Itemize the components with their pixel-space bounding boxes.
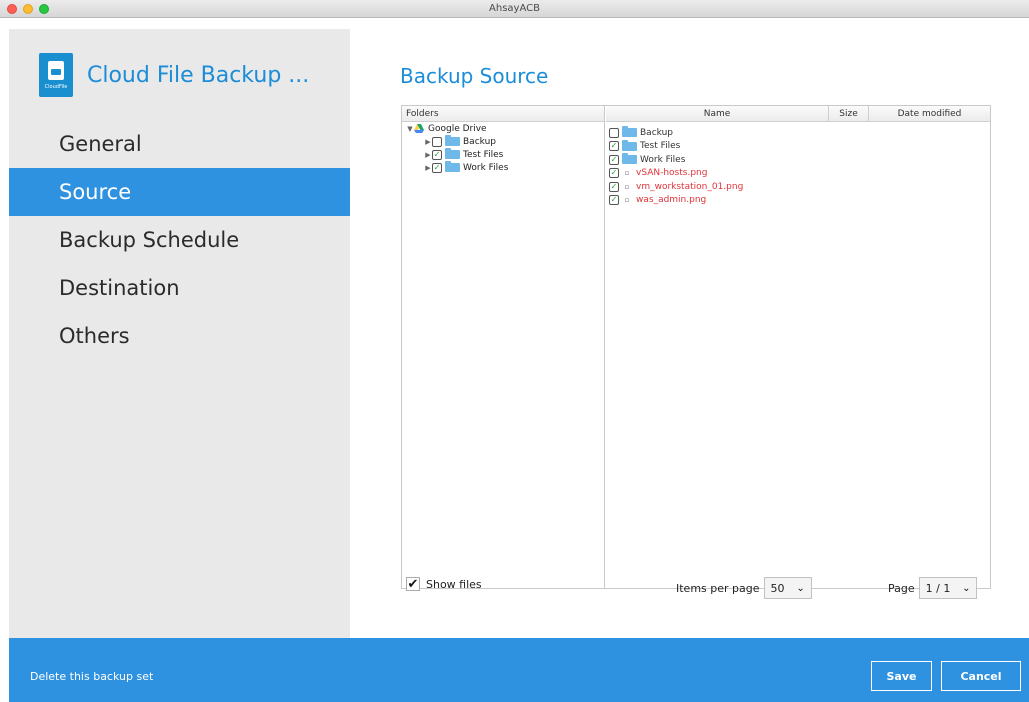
folders-pane: Folders ▼ Google Drive ▶ Backup ▶ ✓ Test… (402, 106, 605, 588)
items-per-page-label: Items per page (676, 581, 760, 595)
sidebar-nav: General Source Backup Schedule Destinati… (9, 120, 350, 360)
window-title: AhsayACB (489, 3, 540, 14)
list-item[interactable]: ▫ vSAN-hosts.png (606, 167, 990, 181)
folders-header: Folders (402, 106, 604, 122)
window-controls (7, 4, 49, 14)
page-control: Page 1 / 1 ⌄ (888, 577, 978, 599)
expand-arrow-icon[interactable]: ▶ (424, 164, 432, 172)
sidebar-item-source[interactable]: Source (9, 168, 350, 216)
item-checkbox[interactable] (609, 181, 619, 192)
folder-icon (622, 126, 637, 138)
show-files-label: Show files (426, 577, 482, 591)
window-titlebar: AhsayACB (0, 0, 1029, 18)
folder-icon (622, 139, 637, 151)
tree-row-backup[interactable]: ▶ Backup (402, 135, 604, 148)
column-header-size[interactable]: Size (829, 106, 869, 121)
item-label: was_admin.png (636, 195, 707, 206)
tree-label-backup: Backup (463, 136, 496, 147)
close-window-button[interactable] (7, 4, 17, 14)
items-per-page-select[interactable]: 50 ⌄ (763, 577, 812, 599)
list-controls: ✔ Show files Items per page 50 ⌄ Page 1 … (401, 570, 991, 600)
footer-bar: Delete this backup set Save Cancel (9, 638, 1029, 702)
list-item[interactable]: Backup (606, 126, 990, 140)
item-checkbox[interactable] (609, 168, 619, 179)
sidebar: CloudFile Cloud File Backup ... General … (9, 29, 350, 638)
list-item[interactable]: ▫ vm_workstation_01.png (606, 180, 990, 194)
sidebar-item-destination[interactable]: Destination (9, 264, 350, 312)
column-header-name[interactable]: Name (606, 106, 829, 121)
show-files-checkbox[interactable]: ✔ (406, 577, 420, 592)
tree-row-test-files[interactable]: ▶ Test Files (402, 148, 604, 161)
files-header: Name Size Date modified (606, 106, 990, 122)
sidebar-item-others[interactable]: Others (9, 312, 350, 360)
save-button[interactable]: Save (871, 661, 932, 691)
tree-label-work-files: Work Files (463, 162, 509, 173)
expand-arrow-icon[interactable]: ▶ (424, 138, 432, 146)
delete-backup-set-link[interactable]: Delete this backup set (30, 670, 153, 683)
item-label: vm_workstation_01.png (636, 181, 744, 192)
tree-label-test-files: Test Files (463, 149, 504, 160)
item-label: Test Files (640, 141, 681, 152)
tree-checkbox-work-files[interactable] (432, 162, 442, 173)
item-checkbox[interactable] (609, 127, 619, 138)
folder-icon (445, 135, 460, 146)
page-value: 1 / 1 (925, 581, 951, 595)
tree-checkbox-test-files[interactable] (432, 149, 442, 160)
folder-icon (445, 148, 460, 159)
tree-checkbox-backup[interactable] (432, 136, 442, 147)
google-drive-icon (414, 124, 424, 133)
maximize-window-button[interactable] (39, 4, 49, 14)
expand-arrow-icon[interactable]: ▶ (424, 151, 432, 159)
item-label: Backup (640, 127, 673, 138)
image-file-icon: ▫ (624, 196, 630, 205)
app-header: CloudFile Cloud File Backup ... (39, 53, 309, 97)
expand-arrow-icon[interactable]: ▼ (406, 125, 414, 133)
show-files-toggle[interactable]: ✔ Show files (406, 577, 482, 592)
item-checkbox[interactable] (609, 141, 619, 152)
list-item[interactable]: Test Files (606, 139, 990, 154)
backup-set-title: Cloud File Backup ... (87, 62, 310, 88)
item-label: vSAN-hosts.png (636, 168, 708, 179)
page-label: Page (888, 581, 915, 595)
list-item[interactable]: ▫ was_admin.png (606, 194, 990, 208)
folder-icon (445, 161, 460, 172)
image-file-icon: ▫ (624, 182, 630, 191)
items-per-page-control: Items per page 50 ⌄ (676, 577, 812, 599)
main-panel: Backup Source Folders ▼ Google Drive ▶ B… (350, 29, 1029, 638)
folder-icon (622, 153, 637, 165)
tree-row-work-files[interactable]: ▶ Work Files (402, 161, 604, 174)
image-file-icon: ▫ (624, 169, 630, 178)
tree-label-google-drive: Google Drive (428, 123, 487, 134)
page-title: Backup Source (400, 64, 549, 88)
cancel-button[interactable]: Cancel (941, 661, 1021, 691)
tree-row-google-drive[interactable]: ▼ Google Drive (402, 122, 604, 135)
column-header-date-modified[interactable]: Date modified (869, 106, 990, 121)
page-select[interactable]: 1 / 1 ⌄ (918, 577, 978, 599)
files-pane: Name Size Date modified Backup Test File… (606, 106, 990, 588)
minimize-window-button[interactable] (23, 4, 33, 14)
source-browser: Folders ▼ Google Drive ▶ Backup ▶ ✓ Test… (401, 105, 991, 589)
item-label: Work Files (640, 154, 686, 165)
cloud-file-backup-logo-icon: CloudFile (39, 53, 73, 97)
item-checkbox[interactable] (609, 195, 619, 206)
sidebar-item-general[interactable]: General (9, 120, 350, 168)
item-checkbox[interactable] (609, 154, 619, 165)
chevron-down-icon: ⌄ (796, 582, 805, 594)
list-item[interactable]: Work Files (606, 153, 990, 167)
file-list: Backup Test Files Work Files ▫ vSAN-host… (606, 126, 990, 207)
items-per-page-value: 50 (770, 581, 785, 595)
folder-tree: ▼ Google Drive ▶ Backup ▶ ✓ Test Files ▶… (402, 122, 604, 174)
chevron-down-icon: ⌄ (962, 582, 971, 594)
sidebar-item-backup-schedule[interactable]: Backup Schedule (9, 216, 350, 264)
